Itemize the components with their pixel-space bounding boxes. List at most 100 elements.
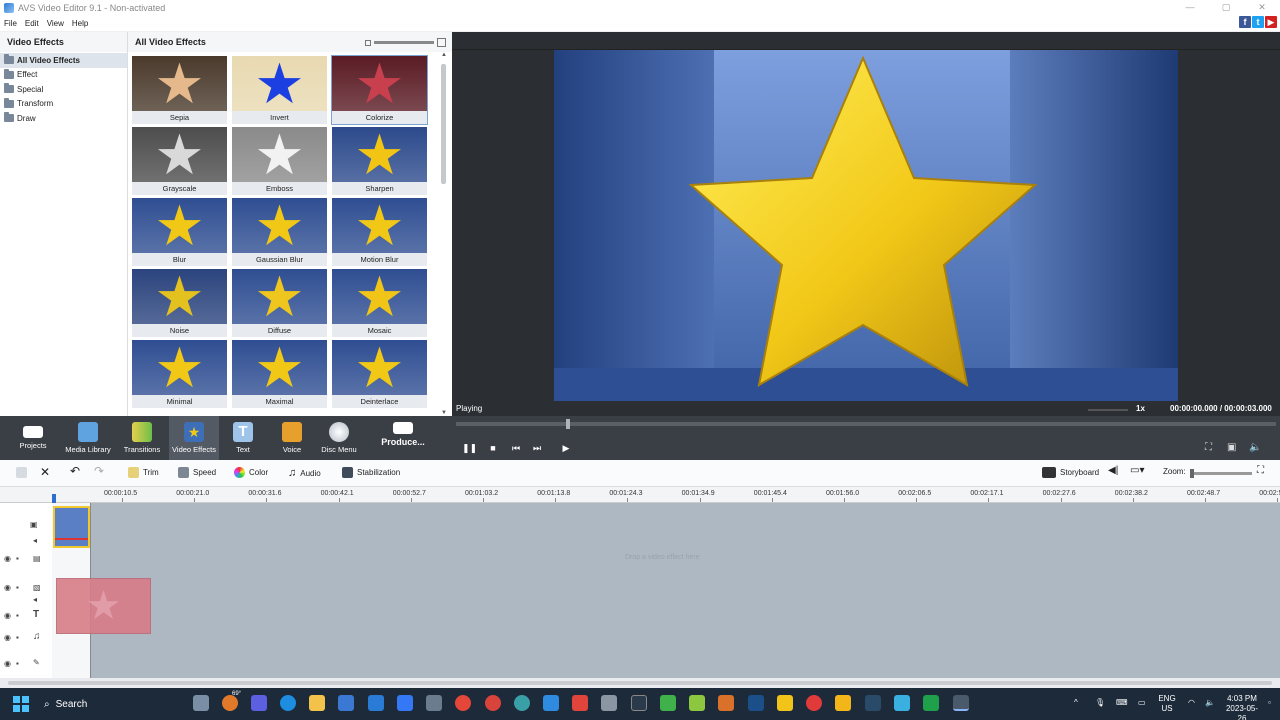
grid-scrollbar[interactable]: ▲ ▼	[440, 52, 448, 416]
app-icon-6[interactable]	[601, 695, 617, 711]
lock-icon[interactable]: ▪	[16, 611, 19, 620]
zoom-slider[interactable]	[1190, 469, 1252, 478]
redo-icon[interactable]: ↷	[94, 464, 104, 478]
display-options-icon[interactable]: ▭▾	[1130, 465, 1144, 476]
media-library-button[interactable]: Media Library	[63, 416, 113, 460]
produce-button[interactable]: Produce...	[378, 416, 428, 460]
dragged-effect-clip[interactable]: ★	[56, 578, 151, 634]
visibility-eye-icon[interactable]: ◉	[4, 659, 11, 668]
size-slider-track[interactable]	[374, 41, 434, 44]
category-effect[interactable]: Effect	[0, 68, 127, 83]
chrome-icon[interactable]	[455, 695, 471, 711]
effect-tile[interactable]: ★ Maximal	[232, 340, 327, 408]
effect-tile[interactable]: ★ Emboss	[232, 127, 327, 195]
mic-tray-icon[interactable]: 🎙	[1095, 698, 1105, 708]
visibility-eye-icon[interactable]: ◉	[4, 611, 11, 620]
video-clip[interactable]	[53, 506, 90, 548]
app-icon-16[interactable]	[923, 695, 939, 711]
effect-tile[interactable]: ★ Mosaic	[332, 269, 427, 337]
app-icon-15[interactable]	[894, 695, 910, 711]
notification-icon[interactable]: ▫	[1268, 698, 1271, 708]
lock-icon[interactable]: ▪	[16, 659, 19, 668]
windows-start-icon[interactable]	[13, 696, 29, 712]
wifi-icon[interactable]: ◠	[1188, 698, 1195, 708]
video-effects-button[interactable]: ★ Video Effects	[169, 416, 219, 460]
weather-icon[interactable]	[222, 695, 238, 711]
speaker-icon[interactable]: 🔈	[1205, 698, 1215, 708]
app-icon-7[interactable]	[631, 695, 647, 711]
menu-view[interactable]: View	[43, 19, 68, 28]
voice-button[interactable]: Voice	[267, 416, 317, 460]
app-icon-8[interactable]	[660, 695, 676, 711]
teams-icon[interactable]	[251, 695, 267, 711]
app-icon-14[interactable]	[835, 695, 851, 711]
category-draw[interactable]: Draw	[0, 111, 127, 126]
youtube-icon[interactable]: ▶	[1265, 16, 1277, 28]
close-button[interactable]: ✕	[1244, 0, 1280, 16]
text-button[interactable]: T Text	[218, 416, 268, 460]
mail-icon[interactable]	[368, 695, 384, 711]
tray-overflow-icon[interactable]: ^	[1074, 698, 1078, 708]
speed-button[interactable]: Speed	[178, 467, 216, 478]
trim-button[interactable]: Trim	[128, 467, 159, 478]
display-tray-icon[interactable]: ▭	[1138, 698, 1146, 708]
playback-speed[interactable]: 1x	[1136, 404, 1145, 413]
lock-icon[interactable]: ▪	[16, 633, 19, 642]
thumbnail-size-slider[interactable]	[365, 38, 446, 47]
disc-menu-button[interactable]: Disc Menu	[314, 416, 364, 460]
maximize-button[interactable]: ▢	[1208, 0, 1244, 16]
avs-editor-taskbar-icon[interactable]	[953, 695, 969, 711]
app-icon-10[interactable]	[718, 695, 734, 711]
app-icon-5[interactable]	[572, 695, 588, 711]
delete-tool-icon[interactable]	[16, 467, 27, 478]
transitions-button[interactable]: Transitions	[117, 416, 167, 460]
scroll-thumb[interactable]	[441, 64, 446, 184]
category-transform[interactable]: Transform	[0, 97, 127, 112]
volume-icon[interactable]: 🔈	[1249, 442, 1261, 453]
delete-icon[interactable]: ✕	[40, 465, 50, 479]
storyboard-button[interactable]: Storyboard	[1042, 467, 1099, 478]
store-icon[interactable]	[338, 695, 354, 711]
effect-tile[interactable]: ★ Minimal	[132, 340, 227, 408]
effect-tile[interactable]: ★ Motion Blur	[332, 198, 427, 266]
audio-mixer-icon[interactable]: ◀|	[1108, 465, 1118, 476]
taskbar-search[interactable]: ⌕ Search	[38, 693, 178, 715]
previous-frame-icon[interactable]: ⏮	[509, 443, 523, 455]
effect-tile[interactable]: ★ Deinterlace	[332, 340, 427, 408]
effect-tile[interactable]: ★ Colorize	[331, 55, 428, 125]
fullscreen-icon[interactable]: ⛶	[1205, 442, 1212, 453]
effect-tile[interactable]: ★ Noise	[132, 269, 227, 337]
app-icon-4[interactable]	[543, 695, 559, 711]
next-frame-icon[interactable]: ⏭	[530, 443, 544, 455]
timeline-tracks[interactable]: ▣ ◂ ◉ ▪ ▤ ◉ ▪ ▧ ◂ ◉ ▪ T ◉ ▪ ♫ ◉ ▪ ✎ Drop…	[0, 503, 1280, 678]
menu-file[interactable]: File	[0, 19, 21, 28]
app-icon-12[interactable]	[777, 695, 793, 711]
timeline-scroll-thumb[interactable]	[8, 681, 1272, 685]
fit-timeline-icon[interactable]: ⛶	[1257, 465, 1264, 476]
effect-tile[interactable]: ★ Blur	[132, 198, 227, 266]
speed-slider[interactable]	[1088, 409, 1128, 411]
video-preview[interactable]	[554, 50, 1178, 401]
color-button[interactable]: Color	[234, 467, 268, 478]
timeline-ruler[interactable]: 00:00:10.5 00:00:21.0 00:00:31.6 00:00:42.1…	[0, 487, 1280, 503]
file-explorer-icon[interactable]	[309, 695, 325, 711]
effect-tile[interactable]: ★ Gaussian Blur	[232, 198, 327, 266]
seek-knob[interactable]	[566, 419, 570, 429]
category-all-video-effects[interactable]: All Video Effects	[0, 53, 127, 68]
stabilization-button[interactable]: Stabilization	[342, 467, 400, 478]
stop-icon[interactable]: ■	[486, 443, 500, 455]
language-indicator[interactable]: ENG US	[1156, 694, 1178, 714]
lock-icon[interactable]: ▪	[16, 583, 19, 592]
projects-button[interactable]: Projects	[8, 416, 58, 460]
audio-button[interactable]: ♫ Audio	[288, 467, 321, 479]
effect-tile[interactable]: ★ Invert	[232, 56, 327, 124]
timeline-scrollbar[interactable]	[0, 678, 1280, 688]
steam-icon[interactable]	[865, 695, 881, 711]
app-icon-13[interactable]	[806, 695, 822, 711]
visibility-eye-icon[interactable]: ◉	[4, 633, 11, 642]
app-icon-9[interactable]	[689, 695, 705, 711]
effect-tile[interactable]: ★ Sharpen	[332, 127, 427, 195]
obs-icon[interactable]	[485, 695, 501, 711]
category-special[interactable]: Special	[0, 82, 127, 97]
task-view-icon[interactable]	[193, 695, 209, 711]
